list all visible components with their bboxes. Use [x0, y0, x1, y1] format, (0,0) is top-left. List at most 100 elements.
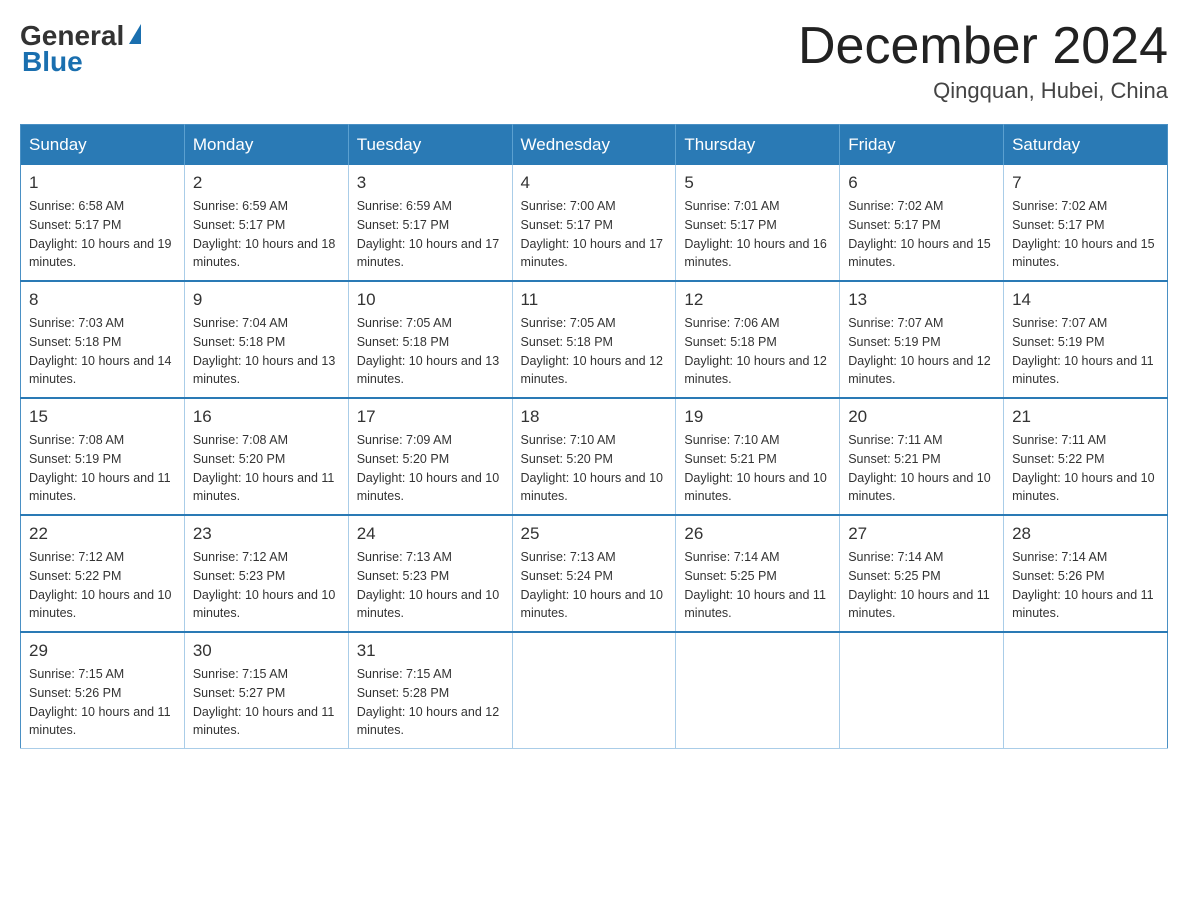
day-number: 8 — [29, 290, 176, 310]
calendar-cell: 31 Sunrise: 7:15 AMSunset: 5:28 PMDayligh… — [348, 632, 512, 749]
logo: General Blue — [20, 20, 141, 78]
calendar-cell: 27 Sunrise: 7:14 AMSunset: 5:25 PMDayligh… — [840, 515, 1004, 632]
day-info: Sunrise: 7:14 AMSunset: 5:25 PMDaylight:… — [848, 548, 995, 623]
calendar-cell: 26Sunrise: 7:14 AMSunset: 5:25 PMDayligh… — [676, 515, 840, 632]
calendar-cell: 8 Sunrise: 7:03 AMSunset: 5:18 PMDaylight… — [21, 281, 185, 398]
column-header-tuesday: Tuesday — [348, 125, 512, 166]
day-info: Sunrise: 7:01 AMSunset: 5:17 PMDaylight:… — [684, 197, 831, 272]
week-row-2: 8 Sunrise: 7:03 AMSunset: 5:18 PMDaylight… — [21, 281, 1168, 398]
day-info: Sunrise: 7:06 AMSunset: 5:18 PMDaylight:… — [684, 314, 831, 389]
day-info: Sunrise: 7:00 AMSunset: 5:17 PMDaylight:… — [521, 197, 668, 272]
calendar-cell: 24Sunrise: 7:13 AMSunset: 5:23 PMDayligh… — [348, 515, 512, 632]
day-info: Sunrise: 7:07 AMSunset: 5:19 PMDaylight:… — [848, 314, 995, 389]
calendar-cell: 20Sunrise: 7:11 AMSunset: 5:21 PMDayligh… — [840, 398, 1004, 515]
calendar-cell: 22 Sunrise: 7:12 AMSunset: 5:22 PMDayligh… — [21, 515, 185, 632]
day-info: Sunrise: 7:15 AMSunset: 5:27 PMDaylight:… — [193, 665, 340, 740]
day-number: 23 — [193, 524, 340, 544]
day-number: 16 — [193, 407, 340, 427]
day-number: 19 — [684, 407, 831, 427]
day-info: Sunrise: 7:09 AMSunset: 5:20 PMDaylight:… — [357, 431, 504, 506]
day-number: 25 — [521, 524, 668, 544]
calendar-cell: 19Sunrise: 7:10 AMSunset: 5:21 PMDayligh… — [676, 398, 840, 515]
calendar-cell: 23 Sunrise: 7:12 AMSunset: 5:23 PMDayligh… — [184, 515, 348, 632]
day-number: 12 — [684, 290, 831, 310]
calendar-cell: 1 Sunrise: 6:58 AMSunset: 5:17 PMDaylight… — [21, 165, 185, 281]
calendar-cell: 29 Sunrise: 7:15 AMSunset: 5:26 PMDayligh… — [21, 632, 185, 749]
day-info: Sunrise: 7:15 AMSunset: 5:26 PMDaylight:… — [29, 665, 176, 740]
day-number: 5 — [684, 173, 831, 193]
calendar-cell — [676, 632, 840, 749]
day-number: 1 — [29, 173, 176, 193]
page-header: General Blue December 2024 Qingquan, Hub… — [20, 20, 1168, 104]
calendar-cell: 16 Sunrise: 7:08 AMSunset: 5:20 PMDayligh… — [184, 398, 348, 515]
day-info: Sunrise: 6:59 AMSunset: 5:17 PMDaylight:… — [193, 197, 340, 272]
calendar-cell: 14 Sunrise: 7:07 AMSunset: 5:19 PMDayligh… — [1004, 281, 1168, 398]
day-number: 26 — [684, 524, 831, 544]
day-info: Sunrise: 7:10 AMSunset: 5:20 PMDaylight:… — [521, 431, 668, 506]
day-number: 14 — [1012, 290, 1159, 310]
calendar-cell: 10 Sunrise: 7:05 AMSunset: 5:18 PMDayligh… — [348, 281, 512, 398]
day-info: Sunrise: 7:11 AMSunset: 5:22 PMDaylight:… — [1012, 431, 1159, 506]
day-number: 28 — [1012, 524, 1159, 544]
day-number: 17 — [357, 407, 504, 427]
location: Qingquan, Hubei, China — [798, 78, 1168, 104]
day-number: 29 — [29, 641, 176, 661]
calendar-cell: 11 Sunrise: 7:05 AMSunset: 5:18 PMDayligh… — [512, 281, 676, 398]
day-info: Sunrise: 7:03 AMSunset: 5:18 PMDaylight:… — [29, 314, 176, 389]
day-info: Sunrise: 7:14 AMSunset: 5:26 PMDaylight:… — [1012, 548, 1159, 623]
calendar-cell: 28 Sunrise: 7:14 AMSunset: 5:26 PMDayligh… — [1004, 515, 1168, 632]
calendar-cell: 9 Sunrise: 7:04 AMSunset: 5:18 PMDaylight… — [184, 281, 348, 398]
day-number: 31 — [357, 641, 504, 661]
day-number: 2 — [193, 173, 340, 193]
calendar-cell: 2 Sunrise: 6:59 AMSunset: 5:17 PMDaylight… — [184, 165, 348, 281]
day-info: Sunrise: 7:13 AMSunset: 5:24 PMDaylight:… — [521, 548, 668, 623]
column-header-saturday: Saturday — [1004, 125, 1168, 166]
calendar-cell: 12 Sunrise: 7:06 AMSunset: 5:18 PMDayligh… — [676, 281, 840, 398]
day-number: 4 — [521, 173, 668, 193]
logo-triangle-icon — [129, 24, 141, 44]
column-header-sunday: Sunday — [21, 125, 185, 166]
calendar-cell — [840, 632, 1004, 749]
calendar-table: SundayMondayTuesdayWednesdayThursdayFrid… — [20, 124, 1168, 749]
calendar-cell: 17 Sunrise: 7:09 AMSunset: 5:20 PMDayligh… — [348, 398, 512, 515]
day-number: 22 — [29, 524, 176, 544]
day-info: Sunrise: 6:58 AMSunset: 5:17 PMDaylight:… — [29, 197, 176, 272]
day-info: Sunrise: 7:04 AMSunset: 5:18 PMDaylight:… — [193, 314, 340, 389]
logo-blue-text: Blue — [22, 46, 83, 78]
day-info: Sunrise: 7:12 AMSunset: 5:23 PMDaylight:… — [193, 548, 340, 623]
calendar-cell: 7Sunrise: 7:02 AMSunset: 5:17 PMDaylight… — [1004, 165, 1168, 281]
calendar-cell: 13 Sunrise: 7:07 AMSunset: 5:19 PMDayligh… — [840, 281, 1004, 398]
calendar-cell: 4 Sunrise: 7:00 AMSunset: 5:17 PMDaylight… — [512, 165, 676, 281]
calendar-cell: 15 Sunrise: 7:08 AMSunset: 5:19 PMDayligh… — [21, 398, 185, 515]
day-info: Sunrise: 7:12 AMSunset: 5:22 PMDaylight:… — [29, 548, 176, 623]
day-number: 6 — [848, 173, 995, 193]
day-number: 11 — [521, 290, 668, 310]
day-info: Sunrise: 7:15 AMSunset: 5:28 PMDaylight:… — [357, 665, 504, 740]
day-number: 27 — [848, 524, 995, 544]
day-number: 30 — [193, 641, 340, 661]
week-row-3: 15 Sunrise: 7:08 AMSunset: 5:19 PMDayligh… — [21, 398, 1168, 515]
column-header-thursday: Thursday — [676, 125, 840, 166]
day-info: Sunrise: 6:59 AMSunset: 5:17 PMDaylight:… — [357, 197, 504, 272]
day-info: Sunrise: 7:08 AMSunset: 5:19 PMDaylight:… — [29, 431, 176, 506]
day-info: Sunrise: 7:07 AMSunset: 5:19 PMDaylight:… — [1012, 314, 1159, 389]
day-info: Sunrise: 7:05 AMSunset: 5:18 PMDaylight:… — [521, 314, 668, 389]
title-block: December 2024 Qingquan, Hubei, China — [798, 20, 1168, 104]
week-row-1: 1 Sunrise: 6:58 AMSunset: 5:17 PMDaylight… — [21, 165, 1168, 281]
day-info: Sunrise: 7:02 AMSunset: 5:17 PMDaylight:… — [848, 197, 995, 272]
day-number: 10 — [357, 290, 504, 310]
calendar-header-row: SundayMondayTuesdayWednesdayThursdayFrid… — [21, 125, 1168, 166]
day-number: 15 — [29, 407, 176, 427]
calendar-cell — [1004, 632, 1168, 749]
day-number: 9 — [193, 290, 340, 310]
calendar-cell: 18Sunrise: 7:10 AMSunset: 5:20 PMDayligh… — [512, 398, 676, 515]
day-number: 13 — [848, 290, 995, 310]
column-header-monday: Monday — [184, 125, 348, 166]
day-info: Sunrise: 7:05 AMSunset: 5:18 PMDaylight:… — [357, 314, 504, 389]
day-info: Sunrise: 7:11 AMSunset: 5:21 PMDaylight:… — [848, 431, 995, 506]
day-number: 3 — [357, 173, 504, 193]
column-header-friday: Friday — [840, 125, 1004, 166]
calendar-cell: 6 Sunrise: 7:02 AMSunset: 5:17 PMDaylight… — [840, 165, 1004, 281]
calendar-cell — [512, 632, 676, 749]
day-info: Sunrise: 7:08 AMSunset: 5:20 PMDaylight:… — [193, 431, 340, 506]
